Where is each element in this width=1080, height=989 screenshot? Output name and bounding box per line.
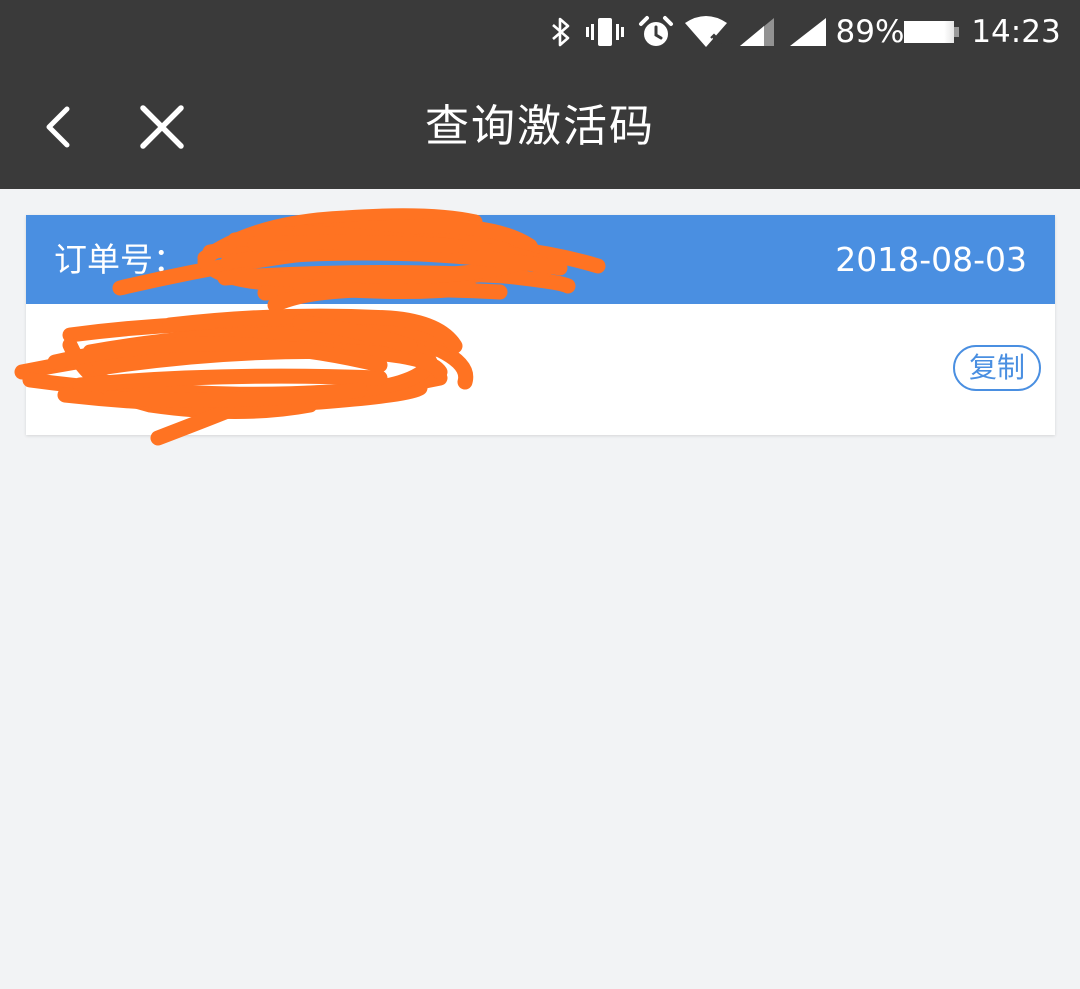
close-button[interactable] xyxy=(125,64,199,189)
alarm-icon xyxy=(637,0,675,64)
clock: 14:23 xyxy=(971,14,1061,50)
status-bar: 89% 14:23 xyxy=(0,0,1080,64)
bluetooth-icon xyxy=(546,0,576,64)
order-card-header: 订单号： 2018-08-03 xyxy=(26,215,1055,304)
vibrate-icon xyxy=(584,0,626,64)
signal-icon xyxy=(787,0,829,64)
chevron-left-icon xyxy=(46,106,70,147)
wifi-icon xyxy=(684,0,728,64)
close-icon xyxy=(140,104,184,149)
battery-percentage: 89% xyxy=(835,14,905,50)
back-button[interactable] xyxy=(22,64,92,189)
order-card: 订单号： 2018-08-03 复制 xyxy=(26,215,1055,435)
order-number-label: 订单号： xyxy=(54,240,186,279)
app-toolbar: 查询激活码 xyxy=(0,64,1080,189)
activation-code-row: 复制 xyxy=(26,304,1055,435)
copy-button[interactable]: 复制 xyxy=(953,345,1041,391)
order-date: 2018-08-03 xyxy=(835,240,1027,279)
battery-icon xyxy=(902,0,962,64)
signal-icon xyxy=(737,0,777,64)
